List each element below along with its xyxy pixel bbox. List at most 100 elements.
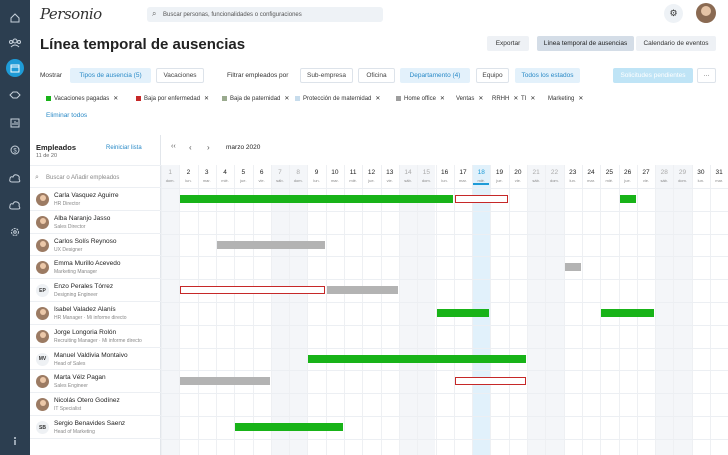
employee-row[interactable]: Nicolás Otero Godínez IT Specialist	[30, 393, 161, 416]
department-filter[interactable]: Departamento (4)	[400, 68, 470, 83]
absence-bar[interactable]	[619, 195, 636, 203]
remove-tag-icon[interactable]: ✕	[113, 95, 118, 102]
day-name: vie.	[514, 178, 521, 183]
avatar	[36, 307, 49, 320]
absence-bar[interactable]	[180, 195, 453, 203]
handshake-icon[interactable]	[6, 86, 24, 104]
employee-row[interactable]: Isabel Valadez Alanís HR Manager · Mi inf…	[30, 302, 161, 325]
export-button[interactable]: Exportar	[487, 36, 529, 51]
absence-bar[interactable]	[454, 195, 508, 203]
day-name: sáb.	[404, 178, 412, 183]
user-avatar[interactable]	[696, 3, 716, 23]
day-name: dom.	[165, 178, 175, 183]
prev-month-icon[interactable]: ‹‹	[171, 143, 176, 150]
employee-name[interactable]: Marta Vélz Pagan	[54, 374, 106, 381]
pending-requests-button[interactable]: Solicitudes pendientes	[613, 68, 693, 83]
absence-bar[interactable]	[436, 309, 490, 317]
remove-tag-icon[interactable]: ✕	[284, 95, 289, 102]
office-filter[interactable]: Oficina	[358, 68, 395, 83]
absence-bar[interactable]	[180, 286, 325, 295]
all-states-filter[interactable]: Todos los estados	[515, 68, 580, 83]
filter-tag[interactable]: Ventas ✕	[456, 95, 483, 103]
analytics-icon[interactable]	[6, 114, 24, 132]
settings-icon[interactable]	[6, 223, 24, 241]
employee-row[interactable]: SB Sergio Benavides Saenz Head of Marketin…	[30, 416, 161, 439]
cloud-download-icon[interactable]	[6, 196, 24, 214]
employee-name[interactable]: Emma Murillo Acevedo	[54, 260, 120, 267]
search-icon: ⌕	[152, 9, 157, 18]
filter-tag[interactable]: Protección de maternidad ✕	[295, 95, 380, 102]
absence-bar[interactable]	[564, 263, 581, 272]
absence-bar[interactable]	[235, 423, 343, 431]
day-number: 15	[422, 169, 430, 176]
absence-bar[interactable]	[180, 377, 270, 386]
employee-row[interactable]: Carla Vasquez Aguirre HR Director	[30, 188, 161, 211]
tag-label: Baja de paternidad	[230, 95, 281, 102]
remove-tag-icon[interactable]: ✕	[578, 95, 583, 102]
employee-name[interactable]: Sergio Benavides Saenz	[54, 420, 125, 427]
employee-search-input[interactable]: ⌕ Buscar o Añadir empleados	[30, 165, 161, 188]
brand-logo[interactable]: Personio	[40, 5, 102, 23]
absence-bar[interactable]	[308, 354, 526, 363]
people-icon[interactable]	[6, 34, 24, 52]
day-number: 7	[278, 169, 282, 176]
employee-row[interactable]: Emma Murillo Acevedo Marketing Manager	[30, 256, 161, 280]
calendar-icon[interactable]	[6, 59, 24, 77]
avatar	[36, 329, 49, 343]
calendar-view-button[interactable]: Calendario de eventos	[636, 36, 716, 51]
next-icon[interactable]: ›	[207, 143, 210, 152]
absence-bar[interactable]	[454, 377, 526, 386]
filter-tag[interactable]: Marketing ✕	[548, 95, 583, 103]
employee-row[interactable]: Alba Naranjo Jasso Sales Director	[30, 211, 161, 234]
today-indicator	[473, 183, 490, 185]
employee-name[interactable]: Carlos Solís Reynoso	[54, 238, 117, 245]
more-options-button[interactable]: ···	[697, 68, 716, 83]
employee-name[interactable]: Nicolás Otero Godínez	[54, 397, 120, 404]
filter-tag[interactable]: Baja por enfermedad ✕	[136, 95, 209, 102]
prev-icon[interactable]: ‹	[189, 143, 192, 152]
employee-name[interactable]: Alba Naranjo Jasso	[54, 215, 110, 222]
reset-list-link[interactable]: Reiniciar lista	[106, 145, 142, 151]
avatar: MV	[36, 352, 49, 366]
employee-row[interactable]: Jorge Longoria Rolón Recruiting Manager ·…	[30, 325, 161, 348]
employee-name[interactable]: Manuel Valdivia Montaivo	[54, 352, 128, 359]
info-icon[interactable]	[6, 432, 24, 450]
subcompany-filter[interactable]: Sub-empresa	[300, 68, 353, 83]
employee-name[interactable]: Jorge Longoria Rolón	[54, 329, 116, 336]
employee-row[interactable]: MV Manuel Valdivia Montaivo Head of Sales	[30, 348, 161, 371]
row-divider	[161, 438, 728, 440]
clear-filters-link[interactable]: Eliminar todos	[46, 112, 87, 119]
home-icon[interactable]	[6, 9, 24, 27]
day-number: 13	[386, 169, 394, 176]
filter-tag[interactable]: Vacaciones pagadas ✕	[46, 95, 118, 102]
remove-tag-icon[interactable]: ✕	[204, 95, 209, 102]
global-search-input[interactable]: ⌕ Buscar personas, funcionalidades o con…	[147, 7, 383, 22]
filter-tag[interactable]: Home office ✕	[396, 95, 445, 102]
vacations-button[interactable]: Vacaciones	[156, 68, 204, 83]
absence-types-button[interactable]: Tipos de ausencia (5)	[70, 68, 151, 83]
filter-tag[interactable]: RRHH ✕	[492, 95, 518, 103]
employee-row[interactable]: Carlos Solís Reynoso UX Designer	[30, 234, 161, 257]
employee-row[interactable]: EP Enzo Perales Tórrez Designing Engineer	[30, 279, 161, 302]
day-name: dom.	[293, 178, 303, 183]
day-column	[545, 165, 564, 455]
employee-name[interactable]: Isabel Valadez Alanís	[54, 306, 116, 313]
remove-tag-icon[interactable]: ✕	[530, 95, 535, 102]
employee-row[interactable]: Marta Vélz Pagan Sales Engineer	[30, 370, 161, 394]
team-filter[interactable]: Equipo	[476, 68, 509, 83]
remove-tag-icon[interactable]: ✕	[478, 95, 483, 102]
remove-tag-icon[interactable]: ✕	[375, 95, 380, 102]
remove-tag-icon[interactable]: ✕	[513, 95, 518, 102]
filter-tag[interactable]: TI ✕	[521, 95, 535, 103]
timeline-view-button[interactable]: Línea temporal de ausencias	[537, 36, 634, 51]
employee-name[interactable]: Carla Vasquez Aguirre	[54, 192, 119, 199]
remove-tag-icon[interactable]: ✕	[440, 95, 445, 102]
employee-name[interactable]: Enzo Perales Tórrez	[54, 283, 113, 290]
absence-bar[interactable]	[216, 240, 325, 249]
absence-bar[interactable]	[601, 309, 655, 317]
absence-bar[interactable]	[326, 286, 398, 295]
cloud-upload-icon[interactable]	[6, 169, 24, 187]
filter-tag[interactable]: Baja de paternidad ✕	[222, 95, 289, 102]
payroll-icon[interactable]: $	[6, 141, 24, 159]
filter-settings-icon[interactable]: ⚙	[664, 4, 683, 23]
